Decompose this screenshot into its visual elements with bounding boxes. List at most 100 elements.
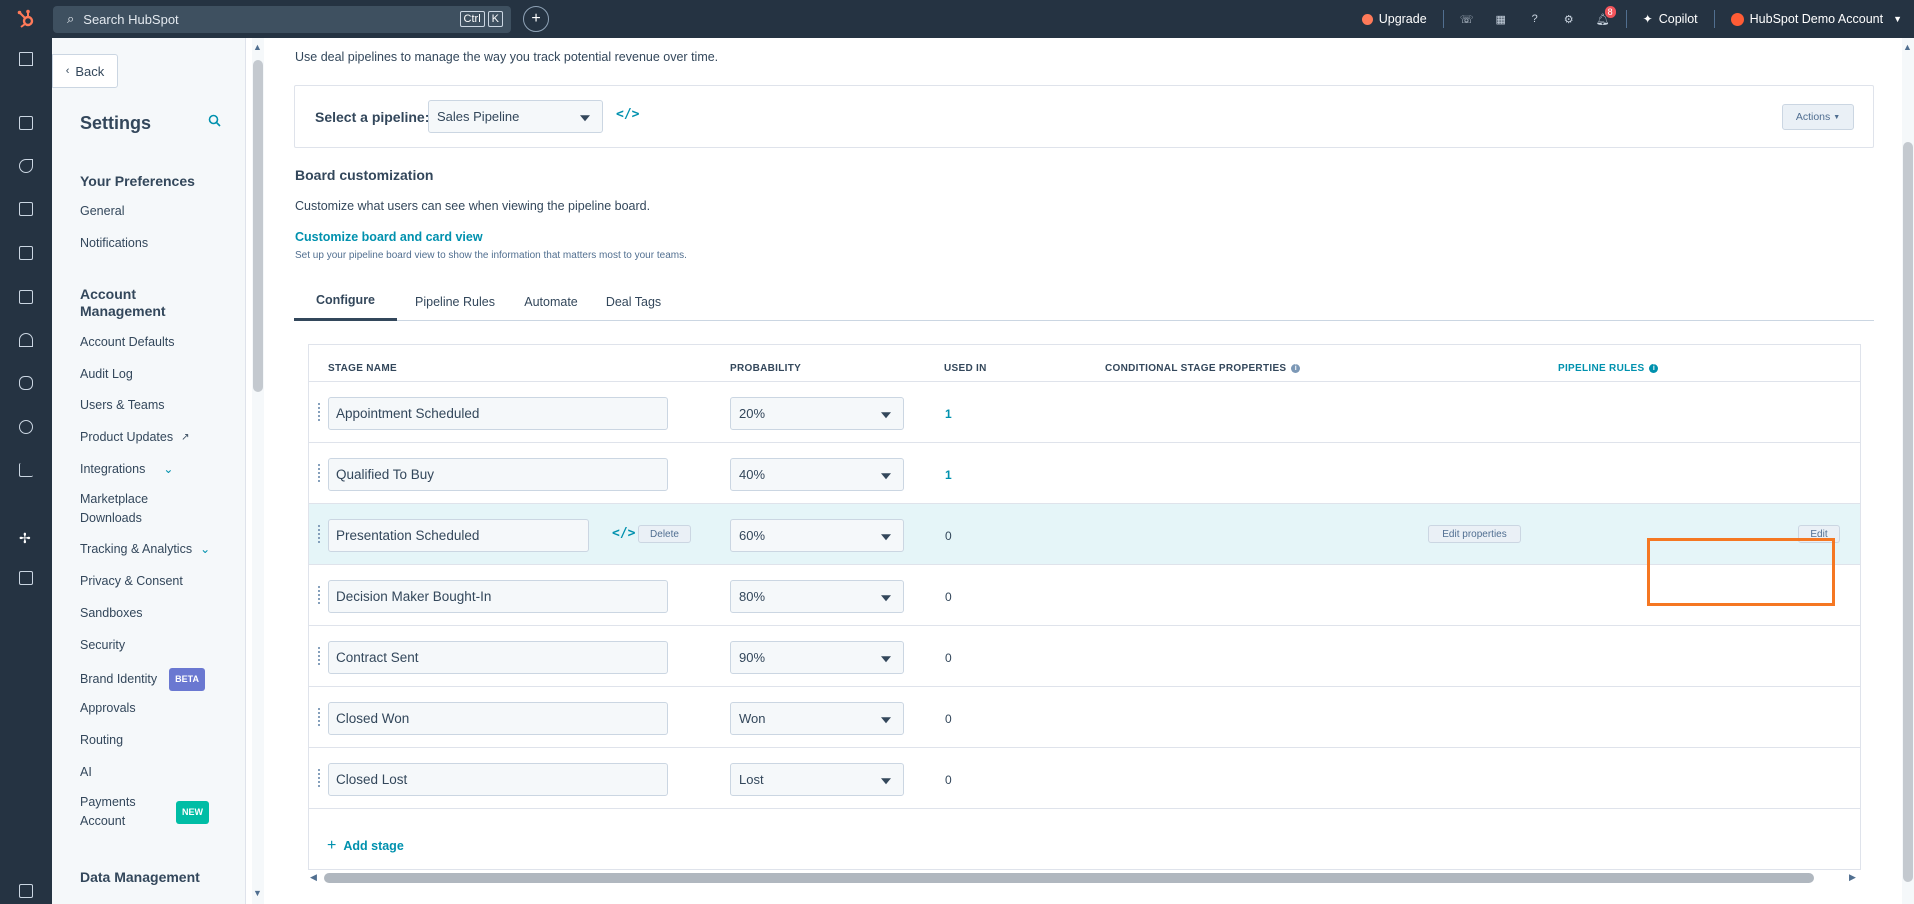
nav-item-sandboxes[interactable]: Sandboxes bbox=[80, 604, 143, 623]
nav-item-general[interactable]: General bbox=[80, 202, 124, 221]
nav-item-routing[interactable]: Routing bbox=[80, 731, 123, 750]
drag-handle-icon[interactable] bbox=[317, 585, 321, 605]
global-search-input[interactable]: ⌕ Search HubSpot Ctrl K bbox=[53, 5, 511, 33]
probability-select[interactable]: Lost bbox=[730, 763, 904, 796]
tab-deal-tags[interactable]: Deal Tags bbox=[595, 282, 672, 321]
customize-board-link[interactable]: Customize board and card view bbox=[295, 230, 483, 244]
sparkle-icon: ✦ bbox=[1642, 12, 1653, 26]
probability-value: Won bbox=[739, 711, 766, 726]
content-icon[interactable] bbox=[19, 202, 33, 216]
settings-button[interactable]: ⚙ bbox=[1552, 12, 1586, 26]
settings-search-icon[interactable] bbox=[208, 114, 221, 130]
nav-item-audit-log[interactable]: Audit Log bbox=[80, 365, 133, 384]
drag-handle-icon[interactable] bbox=[317, 707, 321, 727]
nav-item-approvals[interactable]: Approvals bbox=[80, 699, 136, 718]
sidebar-scrollbar-thumb[interactable] bbox=[253, 60, 263, 392]
used-in-count[interactable]: 1 bbox=[945, 407, 952, 421]
page-scrollbar-thumb[interactable] bbox=[1903, 142, 1913, 882]
create-new-button[interactable]: + bbox=[523, 6, 549, 32]
actions-dropdown[interactable]: Actions ▼ bbox=[1782, 104, 1854, 130]
table-horizontal-scrollbar[interactable]: ◀ ▶ bbox=[308, 872, 1861, 884]
help-button[interactable]: ? bbox=[1518, 12, 1552, 26]
service-icon[interactable] bbox=[19, 333, 33, 347]
probability-select[interactable]: 40% bbox=[730, 458, 904, 491]
account-menu[interactable]: HubSpot Demo Account ▼ bbox=[1721, 12, 1914, 26]
gear-icon: ⚙ bbox=[1563, 13, 1574, 26]
stage-name-input[interactable]: Closed Lost bbox=[328, 763, 668, 796]
scroll-up-icon[interactable]: ▲ bbox=[253, 42, 262, 52]
probability-select[interactable]: 60% bbox=[730, 519, 904, 552]
stage-name-input[interactable]: Contract Sent bbox=[328, 641, 668, 674]
stage-name-input[interactable]: Closed Won bbox=[328, 702, 668, 735]
delete-stage-button[interactable]: Delete bbox=[638, 525, 691, 543]
upgrade-button[interactable]: Upgrade bbox=[1352, 12, 1437, 26]
probability-select[interactable]: 80% bbox=[730, 580, 904, 613]
developer-icon[interactable] bbox=[19, 571, 33, 585]
stage-name-input[interactable]: Appointment Scheduled bbox=[328, 397, 668, 430]
nav-item-account-defaults[interactable]: Account Defaults bbox=[80, 333, 175, 352]
drag-handle-icon[interactable] bbox=[317, 646, 321, 666]
code-embed-icon[interactable]: </> bbox=[612, 526, 635, 541]
nav-item-brand-identity[interactable]: Brand Identity BETA bbox=[80, 668, 205, 691]
scroll-left-icon[interactable]: ◀ bbox=[310, 872, 317, 883]
sidebar-scrollbar[interactable]: ▲ ▼ bbox=[252, 38, 264, 904]
calling-button[interactable]: ☏ bbox=[1450, 12, 1484, 26]
tab-pipeline-rules[interactable]: Pipeline Rules bbox=[407, 282, 503, 321]
scroll-right-icon[interactable]: ▶ bbox=[1849, 872, 1856, 883]
drag-handle-icon[interactable] bbox=[317, 768, 321, 788]
probability-select[interactable]: 20% bbox=[730, 397, 904, 430]
tab-automate[interactable]: Automate bbox=[516, 282, 586, 321]
info-icon[interactable]: i bbox=[1291, 364, 1301, 373]
settings-title: Settings bbox=[80, 113, 152, 133]
nav-item-notifications[interactable]: Notifications bbox=[80, 234, 148, 253]
drag-handle-icon[interactable] bbox=[317, 463, 321, 483]
notifications-button[interactable]: 🔔︎ 8 bbox=[1586, 6, 1620, 26]
commerce-icon[interactable] bbox=[19, 246, 33, 260]
nav-item-users-teams[interactable]: Users & Teams bbox=[80, 396, 165, 415]
add-stage-button[interactable]: + Add stage bbox=[327, 837, 404, 855]
used-in-count[interactable]: 1 bbox=[945, 468, 952, 482]
search-placeholder: Search HubSpot bbox=[83, 11, 179, 27]
bookmark-icon[interactable] bbox=[19, 52, 33, 66]
expand-nav-icon[interactable] bbox=[19, 884, 33, 898]
data-icon[interactable] bbox=[19, 376, 33, 390]
code-embed-icon[interactable]: </> bbox=[616, 107, 639, 122]
stage-name-input[interactable]: Decision Maker Bought-In bbox=[328, 580, 668, 613]
drag-handle-icon[interactable] bbox=[317, 402, 321, 422]
nav-item-integrations[interactable]: Integrations ⌄ bbox=[80, 460, 173, 479]
reporting-icon[interactable] bbox=[19, 463, 33, 477]
nav-item-product-updates[interactable]: Product Updates ↗ bbox=[80, 428, 190, 447]
hubspot-logo[interactable] bbox=[0, 0, 52, 38]
nav-item-ai[interactable]: AI bbox=[80, 763, 92, 782]
settings-active-icon[interactable]: ✢ bbox=[19, 530, 31, 547]
col-used-in: USED IN bbox=[944, 363, 987, 374]
scroll-down-icon[interactable]: ▼ bbox=[253, 888, 262, 898]
copilot-button[interactable]: ✦ Copilot bbox=[1633, 12, 1708, 26]
nav-item-marketplace[interactable]: Marketplace Downloads bbox=[80, 490, 160, 528]
probability-select[interactable]: 90% bbox=[730, 641, 904, 674]
tab-configure[interactable]: Configure bbox=[294, 282, 397, 321]
pipeline-select[interactable]: Sales Pipeline bbox=[428, 100, 603, 133]
contacts-icon[interactable] bbox=[19, 116, 33, 130]
nav-item-privacy[interactable]: Privacy & Consent bbox=[80, 572, 183, 591]
page-scrollbar[interactable]: ▲ bbox=[1902, 38, 1914, 904]
marketing-icon[interactable] bbox=[19, 159, 33, 173]
drag-handle-icon[interactable] bbox=[317, 524, 321, 544]
stage-name-input[interactable]: Qualified To Buy bbox=[328, 458, 668, 491]
nav-item-payments[interactable]: Payments Account NEW bbox=[80, 793, 209, 831]
col-pipeline-rules[interactable]: PIPELINE RULES i bbox=[1558, 363, 1659, 374]
marketplace-button[interactable]: ▦ bbox=[1484, 12, 1518, 26]
horizontal-scrollbar-thumb[interactable] bbox=[324, 873, 1814, 883]
probability-select[interactable]: Won bbox=[730, 702, 904, 735]
back-button[interactable]: ‹ Back bbox=[52, 54, 118, 88]
automation-icon[interactable] bbox=[19, 420, 33, 434]
scroll-up-icon[interactable]: ▲ bbox=[1903, 42, 1912, 52]
info-icon[interactable]: i bbox=[1649, 364, 1659, 373]
stage-name-input[interactable]: Presentation Scheduled bbox=[328, 519, 589, 552]
nav-item-tracking[interactable]: Tracking & Analytics ⌄ bbox=[80, 540, 210, 559]
nav-group-account: Account Management bbox=[80, 286, 166, 319]
edit-properties-button[interactable]: Edit properties bbox=[1428, 525, 1521, 543]
integrations-label: Integrations bbox=[80, 462, 146, 476]
sales-icon[interactable] bbox=[19, 290, 33, 304]
nav-item-security[interactable]: Security bbox=[80, 636, 125, 655]
